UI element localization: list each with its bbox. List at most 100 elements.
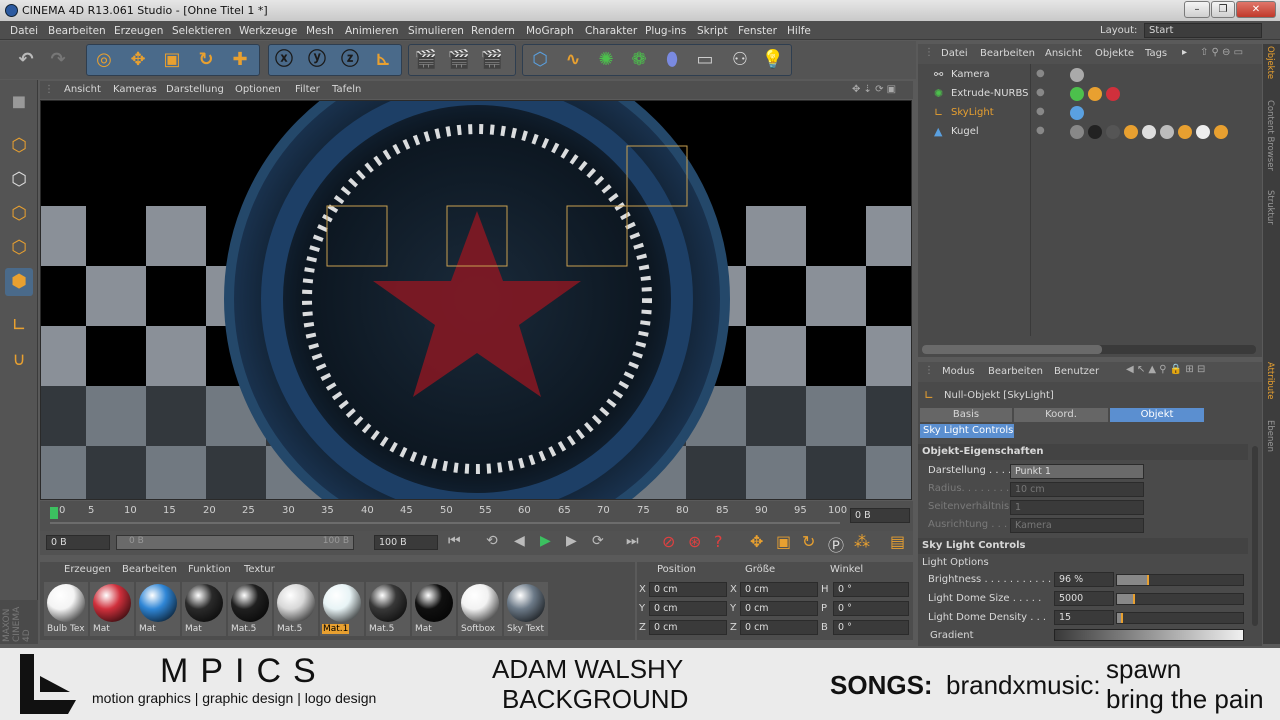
tab-koord[interactable]: Koord.: [1014, 408, 1108, 422]
array-icon[interactable]: ❁: [625, 46, 653, 74]
side-tab-struktur[interactable]: Struktur: [1265, 190, 1275, 225]
key-pla-icon[interactable]: ⁂: [854, 532, 870, 551]
play-icon[interactable]: ▶: [540, 533, 551, 549]
object-row[interactable]: ▲ Kugel ●: [918, 123, 1262, 141]
menu-skript[interactable]: Skript: [697, 25, 728, 37]
attr-menu-benutzer[interactable]: Benutzer: [1054, 366, 1099, 377]
snap-magnet-icon[interactable]: ∪: [5, 346, 33, 374]
objects-menu-tags[interactable]: Tags: [1145, 48, 1167, 59]
menu-werkzeuge[interactable]: Werkzeuge: [239, 25, 297, 37]
menu-animieren[interactable]: Animieren: [345, 25, 399, 37]
side-tab-objekte[interactable]: Objekte: [1265, 46, 1275, 79]
coord-position-field[interactable]: 0 cm: [649, 582, 727, 597]
coord-angle-field[interactable]: 0 °: [833, 582, 909, 597]
menu-simulieren[interactable]: Simulieren: [408, 25, 464, 37]
camera-icon[interactable]: ⚇: [726, 46, 754, 74]
undo-icon[interactable]: ↶: [12, 46, 40, 74]
menu-erzeugen[interactable]: Erzeugen: [114, 25, 163, 37]
key-rotation-icon[interactable]: ↻: [802, 532, 815, 551]
viewport-menu-ansicht[interactable]: Ansicht: [64, 84, 101, 95]
material-menu-textur[interactable]: Textur: [244, 564, 275, 575]
tag-icon[interactable]: [1070, 87, 1084, 101]
menu-charakter[interactable]: Charakter: [585, 25, 637, 37]
maximize-button[interactable]: ❐: [1211, 1, 1235, 18]
render-view-icon[interactable]: 🎬: [412, 46, 440, 74]
tag-icon[interactable]: [1178, 125, 1192, 139]
viewport-menu-tafeln[interactable]: Tafeln: [332, 84, 361, 95]
z-axis-icon[interactable]: ⓩ: [336, 46, 364, 74]
point-mode-icon[interactable]: ⬡: [5, 200, 33, 228]
tag-icon[interactable]: [1160, 125, 1174, 139]
tag-icon[interactable]: [1070, 106, 1084, 120]
attr-menu-bearbeiten[interactable]: Bearbeiten: [988, 366, 1043, 377]
minimize-button[interactable]: –: [1184, 1, 1210, 18]
close-button[interactable]: ✕: [1236, 1, 1276, 18]
tag-icon[interactable]: [1106, 125, 1120, 139]
material-thumbnail[interactable]: Mat: [90, 582, 134, 636]
attr-menu-modus[interactable]: Modus: [942, 366, 975, 377]
material-thumbnail[interactable]: Mat.5: [274, 582, 318, 636]
objects-nav-icons[interactable]: ⇧ ⚲ ⊖ ▭: [1200, 47, 1243, 58]
tag-icon[interactable]: [1088, 87, 1102, 101]
spline-icon[interactable]: ∿: [559, 46, 587, 74]
menu-datei[interactable]: Datei: [10, 25, 38, 37]
material-menu-bearbeiten[interactable]: Bearbeiten: [122, 564, 177, 575]
previous-key-icon[interactable]: ⟲: [486, 533, 498, 549]
floor-icon[interactable]: ▭: [691, 46, 719, 74]
side-tab-attribute[interactable]: Attribute: [1265, 362, 1275, 400]
objects-menu-objekte[interactable]: Objekte: [1095, 48, 1134, 59]
coord-position-field[interactable]: 0 cm: [649, 620, 727, 635]
timeline-ruler[interactable]: 0 5 10 15 20 25 30 35 40 45 50 55 60 65 …: [40, 501, 913, 531]
menu-mograph[interactable]: MoGraph: [526, 25, 574, 37]
move-tool-icon[interactable]: ✥: [124, 46, 152, 74]
material-thumbnail[interactable]: Softbox: [458, 582, 502, 636]
next-key-icon[interactable]: ⟳: [592, 533, 604, 549]
coord-size-field[interactable]: 0 cm: [740, 582, 818, 597]
render-settings-icon[interactable]: 🎬: [478, 46, 506, 74]
start-frame-field[interactable]: 0 B: [46, 535, 110, 550]
auto-key-icon[interactable]: ⊛: [688, 532, 701, 551]
visibility-dot-icon[interactable]: ●: [1036, 106, 1045, 117]
deformer-icon[interactable]: ⬮: [658, 46, 686, 74]
go-to-end-icon[interactable]: ⏭: [626, 533, 639, 549]
material-thumbnail[interactable]: Mat: [412, 582, 456, 636]
recent-tool-icon[interactable]: ✚: [226, 46, 254, 74]
coord-size-field[interactable]: 0 cm: [740, 620, 818, 635]
menu-bearbeiten[interactable]: Bearbeiten: [48, 25, 106, 37]
step-forward-icon[interactable]: ▶: [566, 533, 577, 549]
tag-icon[interactable]: [1196, 125, 1210, 139]
material-thumbnail[interactable]: Bulb Tex: [44, 582, 88, 636]
3d-viewport[interactable]: [40, 100, 912, 500]
gradient-bar[interactable]: [1054, 629, 1244, 641]
tab-basis[interactable]: Basis: [920, 408, 1012, 422]
objects-menu-datei[interactable]: Datei: [941, 48, 968, 59]
menu-rendern[interactable]: Rendern: [471, 25, 515, 37]
current-frame-field[interactable]: 0 B: [850, 508, 910, 523]
viewport-menu-darstellung[interactable]: Darstellung: [166, 84, 224, 95]
material-thumbnail[interactable]: Mat.5: [366, 582, 410, 636]
object-row[interactable]: ✺ Extrude-NURBS ●: [918, 85, 1262, 103]
key-position-icon[interactable]: ✥: [750, 532, 763, 551]
object-row[interactable]: ∟ SkyLight ●: [918, 104, 1262, 122]
cube-icon[interactable]: ⬡: [526, 46, 554, 74]
x-axis-icon[interactable]: ⓧ: [270, 46, 298, 74]
model-mode-icon[interactable]: ◼: [5, 88, 33, 116]
timeline-window-icon[interactable]: ▤: [890, 532, 905, 551]
slider-track[interactable]: [1116, 593, 1244, 605]
material-thumbnail[interactable]: Mat: [136, 582, 180, 636]
texture-mode-icon[interactable]: ⬡: [5, 166, 33, 194]
nurbs-icon[interactable]: ✺: [592, 46, 620, 74]
viewport-menu-filter[interactable]: Filter: [295, 84, 320, 95]
slider-value-field[interactable]: 96 %: [1054, 572, 1114, 587]
material-thumbnail[interactable]: Mat.1: [320, 582, 364, 636]
step-back-icon[interactable]: ◀: [514, 533, 525, 549]
object-row[interactable]: ⚯ Kamera ●: [918, 66, 1262, 84]
slider-track[interactable]: [1116, 612, 1244, 624]
visibility-dot-icon[interactable]: ●: [1036, 87, 1045, 98]
tag-icon[interactable]: [1106, 87, 1120, 101]
tag-icon[interactable]: [1088, 125, 1102, 139]
object-mode-icon[interactable]: ⬡: [5, 132, 33, 160]
object-manager-scrollbar[interactable]: [922, 345, 1256, 354]
tag-icon[interactable]: [1070, 68, 1084, 82]
material-thumbnail[interactable]: Mat: [182, 582, 226, 636]
